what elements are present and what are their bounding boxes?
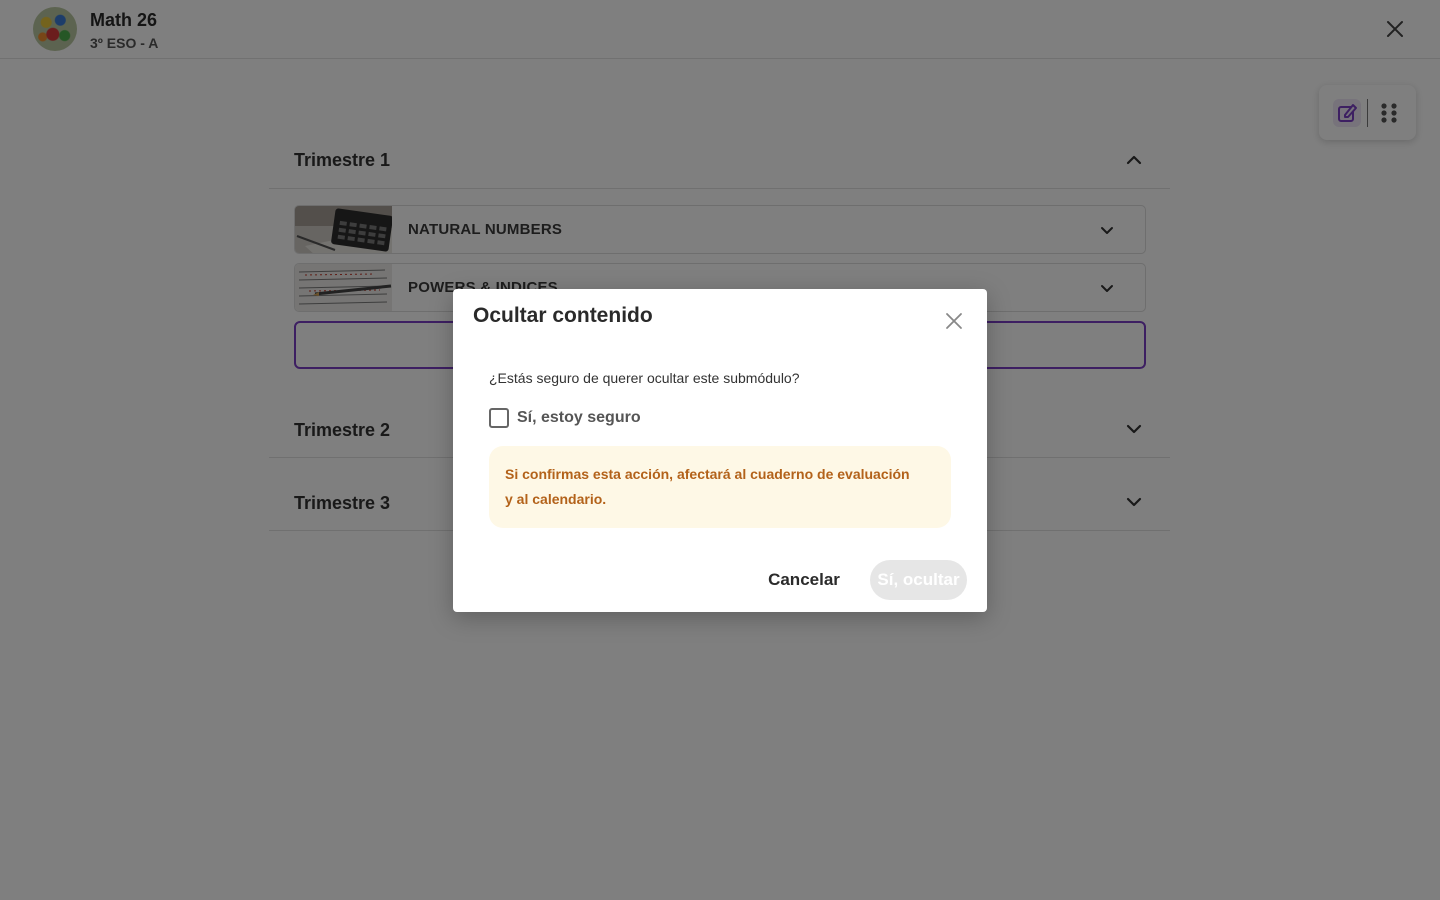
dialog-question: ¿Estás seguro de querer ocultar este sub…: [489, 370, 800, 386]
dialog-title: Ocultar contenido: [473, 304, 653, 327]
confirm-hide-button[interactable]: Sí, ocultar: [870, 560, 967, 600]
warning-text: Si confirmas esta acción, afectará al cu…: [505, 466, 910, 507]
close-icon[interactable]: [943, 310, 965, 332]
warning-box: Si confirmas esta acción, afectará al cu…: [489, 446, 951, 528]
confirm-checkbox-label[interactable]: Sí, estoy seguro: [517, 409, 641, 427]
confirm-checkbox[interactable]: [489, 408, 509, 428]
hide-content-dialog: Ocultar contenido ¿Estás seguro de quere…: [453, 289, 987, 612]
cancel-button[interactable]: Cancelar: [759, 560, 849, 600]
